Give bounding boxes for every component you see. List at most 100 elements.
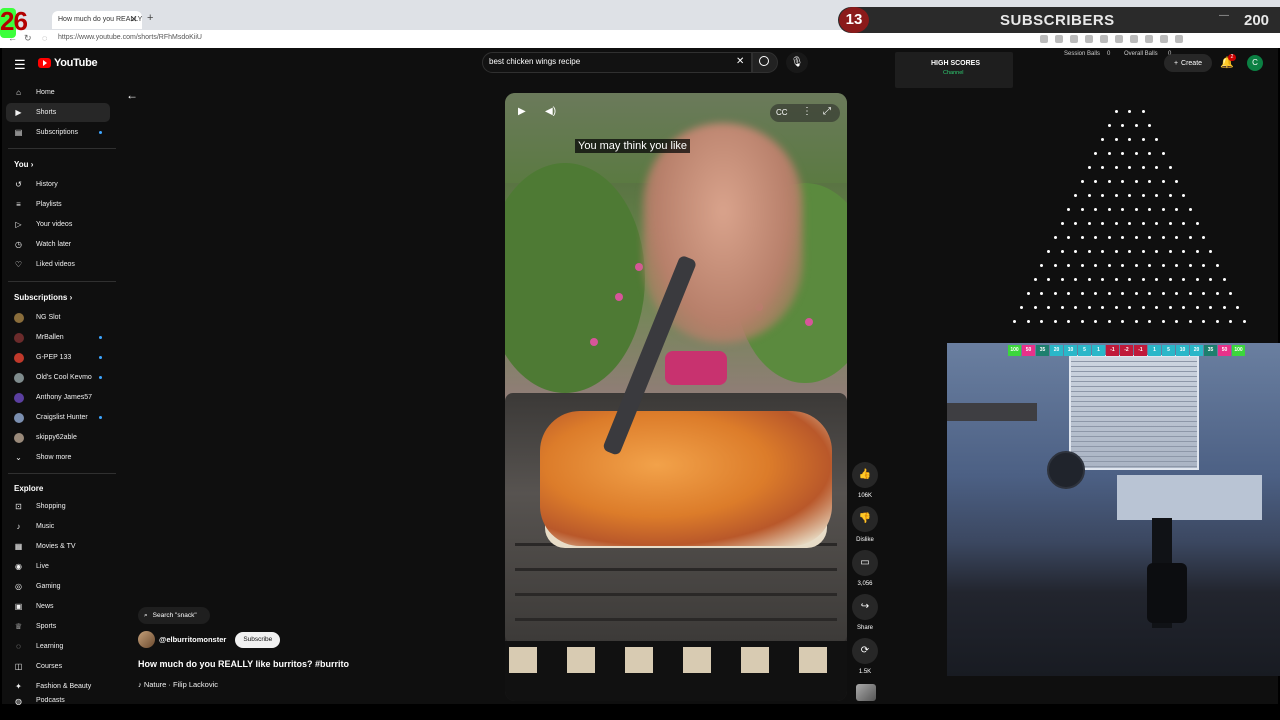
sound-thumbnail[interactable] bbox=[856, 684, 876, 701]
sidebar-item-home[interactable]: ⌂ Home bbox=[6, 83, 110, 102]
channel-handle[interactable]: @elburritomonster bbox=[159, 635, 226, 644]
sidebar-item-liked-videos[interactable]: ♡ Liked videos bbox=[6, 255, 110, 274]
like-action[interactable]: 👍 106K bbox=[852, 462, 878, 499]
channel-avatar[interactable] bbox=[138, 631, 155, 648]
shutter-slat bbox=[1071, 401, 1197, 402]
sidebar-item-label: Shorts bbox=[36, 109, 57, 116]
hamburger-menu-icon[interactable]: ☰ bbox=[14, 57, 26, 73]
create-button[interactable]: + Create bbox=[1164, 54, 1212, 72]
sidebar-item-news[interactable]: ▣ News bbox=[6, 597, 110, 616]
sidebar-channel[interactable]: Old's Cool Kevmo bbox=[6, 368, 110, 387]
floor-tile bbox=[799, 647, 827, 673]
sidebar-item-sports[interactable]: ♕ Sports bbox=[6, 617, 110, 636]
sidebar-item-fashion[interactable]: ✦ Fashion & Beauty bbox=[6, 677, 110, 696]
shutter-slat bbox=[1071, 406, 1197, 407]
sidebar-item-movies[interactable]: ▦ Movies & TV bbox=[6, 537, 110, 556]
sidebar-item-shopping[interactable]: ⊡ Shopping bbox=[6, 497, 110, 516]
remix-icon[interactable]: ⟳ bbox=[852, 638, 878, 664]
plinko-peg bbox=[1161, 180, 1165, 183]
plinko-peg bbox=[1128, 138, 1131, 141]
extension-icon[interactable] bbox=[1070, 35, 1078, 43]
subscribe-button[interactable]: Subscribe bbox=[235, 631, 281, 648]
remix-action[interactable]: ⟳ 1.5K bbox=[852, 638, 878, 675]
sidebar-channel[interactable]: Anthony James57 bbox=[6, 388, 110, 407]
plinko-peg bbox=[1114, 166, 1118, 169]
you-heading[interactable]: You › bbox=[14, 160, 33, 169]
session-balls-value: 0 bbox=[1107, 51, 1111, 57]
plinko-peg bbox=[1175, 236, 1179, 239]
sidebar-item-subscriptions[interactable]: ▤ Subscriptions bbox=[6, 123, 110, 142]
volume-icon[interactable]: ◀) bbox=[545, 106, 556, 117]
like-icon[interactable]: 👍 bbox=[852, 462, 878, 488]
plinko-peg bbox=[1107, 208, 1111, 211]
sidebar-item-watch-later[interactable]: ◷ Watch later bbox=[6, 235, 110, 254]
sidebar-item-courses[interactable]: ◫ Courses bbox=[6, 657, 110, 676]
sidebar-item-live[interactable]: ◉ Live bbox=[6, 557, 110, 576]
shorts-video-player[interactable] bbox=[505, 93, 847, 701]
share-action[interactable]: ↪ Share bbox=[852, 594, 878, 631]
extension-icon[interactable] bbox=[1130, 35, 1138, 43]
sidebar-item-learning[interactable]: ◌ Learning bbox=[6, 637, 110, 656]
captions-icon[interactable]: CC bbox=[776, 108, 788, 117]
extension-icon[interactable] bbox=[1160, 35, 1168, 43]
extension-icon[interactable] bbox=[1175, 35, 1183, 43]
sidebar-item-gaming[interactable]: ◎ Gaming bbox=[6, 577, 110, 596]
sidebar-item-label: Liked videos bbox=[36, 261, 75, 268]
sidebar-item-history[interactable]: ↺ History bbox=[6, 175, 110, 194]
shutter-slat bbox=[1071, 446, 1197, 447]
sidebar-item-music[interactable]: ♪ Music bbox=[6, 517, 110, 536]
sidebar-channel[interactable]: skippy62able bbox=[6, 428, 110, 447]
extension-icon[interactable] bbox=[1085, 35, 1093, 43]
site-info-icon[interactable]: ◌ bbox=[42, 33, 47, 43]
plinko-peg bbox=[1161, 264, 1165, 267]
dislike-icon[interactable]: 👎 bbox=[852, 506, 878, 532]
fullscreen-icon[interactable]: ⤢ bbox=[823, 106, 831, 117]
sidebar-item-your-videos[interactable]: ▷ Your videos bbox=[6, 215, 110, 234]
shutter-slat bbox=[1071, 461, 1197, 462]
tab-close-icon[interactable]: ✕ bbox=[130, 14, 138, 25]
plinko-peg bbox=[1074, 250, 1077, 253]
youtube-logo[interactable]: YouTube bbox=[38, 57, 98, 69]
sidebar-item-podcasts[interactable]: ◍ Podcasts bbox=[6, 697, 110, 705]
video-music-credit[interactable]: ♪ Nature · Filip Lackovic bbox=[138, 680, 218, 689]
address-bar[interactable]: https://www.youtube.com/shorts/RFhMsdoKi… bbox=[58, 34, 202, 41]
score-counter: 26 bbox=[0, 6, 28, 36]
share-icon[interactable]: ↪ bbox=[852, 594, 878, 620]
new-tab-icon[interactable]: + bbox=[147, 12, 153, 24]
search-icon[interactable] bbox=[759, 56, 769, 66]
comment-icon[interactable]: ▭ bbox=[852, 550, 878, 576]
sidebar-channel[interactable]: G-PEP 133 bbox=[6, 348, 110, 367]
sidebar-channel[interactable]: Craigslist Hunter bbox=[6, 408, 110, 427]
sidebar-channel[interactable]: MrBallen bbox=[6, 328, 110, 347]
extension-icon[interactable] bbox=[1040, 35, 1048, 43]
plinko-peg bbox=[1202, 292, 1206, 295]
plinko-slots: 100 50 35 20 10 5 1 -1 -2 -1 1 5 10 20 35 50 100 bbox=[1008, 345, 1245, 356]
show-more-button[interactable]: ⌄ Show more bbox=[6, 448, 110, 467]
extension-icon[interactable] bbox=[1055, 35, 1063, 43]
microphone-icon[interactable]: 🎙 bbox=[786, 52, 808, 73]
plinko-peg bbox=[1215, 264, 1219, 267]
plinko-slot: 100 bbox=[1232, 345, 1245, 356]
sidebar-item-shorts[interactable]: ▶ Shorts bbox=[6, 103, 110, 122]
dislike-action[interactable]: 👎 Dislike bbox=[852, 506, 878, 543]
plinko-peg bbox=[1148, 180, 1152, 183]
sidebar-divider bbox=[8, 281, 116, 282]
search-query[interactable]: best chicken wings recipe bbox=[489, 57, 580, 66]
play-icon[interactable]: ▶ bbox=[518, 106, 526, 117]
subscriptions-heading[interactable]: Subscriptions › bbox=[14, 293, 72, 302]
clear-search-icon[interactable]: ✕ bbox=[736, 56, 744, 67]
account-avatar[interactable]: C bbox=[1247, 55, 1263, 71]
sidebar-item-playlists[interactable]: ≡ Playlists bbox=[6, 195, 110, 214]
video-title[interactable]: How much do you REALLY like burritos? #b… bbox=[138, 659, 349, 669]
extension-icon[interactable] bbox=[1145, 35, 1153, 43]
extension-icon[interactable] bbox=[1115, 35, 1123, 43]
back-arrow-icon[interactable]: ← bbox=[126, 88, 138, 102]
floor-tile bbox=[683, 647, 711, 673]
browser-tab[interactable]: How much do you REALLY like bbox=[52, 11, 142, 29]
extension-icon[interactable] bbox=[1100, 35, 1108, 43]
more-options-icon[interactable]: ⋮ bbox=[802, 106, 812, 117]
notification-badge: 2 bbox=[1228, 54, 1236, 61]
comments-action[interactable]: ▭ 3,056 bbox=[852, 550, 878, 587]
sidebar-channel[interactable]: NG Slot bbox=[6, 308, 110, 327]
search-suggestion-pill[interactable]: ⌕ Search "snack" bbox=[138, 607, 210, 624]
